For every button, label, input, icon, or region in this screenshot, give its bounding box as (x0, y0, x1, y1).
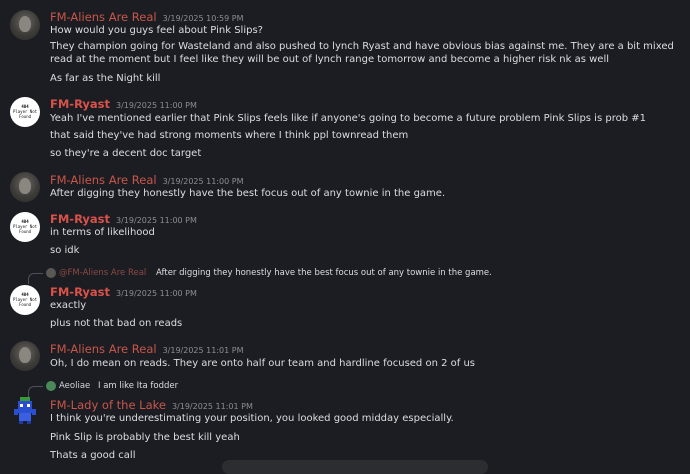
message-text: I think you're underestimating your posi… (50, 413, 454, 424)
avatar[interactable] (10, 341, 40, 371)
message-text: so idk (50, 245, 80, 256)
reply-avatar (46, 381, 56, 391)
timestamp: 3/19/2025 11:00 PM (116, 216, 197, 225)
timestamp: 3/19/2025 11:00 PM (116, 289, 197, 298)
username[interactable]: FM-Aliens Are Real (50, 173, 157, 187)
username[interactable]: FM-Aliens Are Real (50, 10, 157, 24)
timestamp: 3/19/2025 11:01 PM (162, 346, 244, 355)
reply-avatar (46, 268, 56, 278)
message-text: plus not that bad on reads (50, 318, 183, 329)
message-text: in terms of likelihood (50, 227, 155, 238)
avatar-caption: Found (18, 302, 32, 307)
timestamp: 3/19/2025 11:00 PM (116, 101, 197, 110)
message-text: so they're a decent doc target (50, 148, 202, 159)
username[interactable]: FM-Ryast (50, 97, 110, 111)
pixel-character-icon (14, 397, 36, 424)
message-text: that said they've had strong moments whe… (50, 130, 409, 141)
avatar-code: 404 (21, 219, 29, 224)
avatar-code: 404 (21, 104, 29, 109)
reply-author[interactable]: @FM-Aliens Are Real (59, 267, 146, 279)
avatar-caption: Found (18, 114, 32, 119)
avatar[interactable] (10, 172, 40, 202)
avatar[interactable]: 404 Player Not Found (10, 97, 40, 127)
avatar[interactable] (10, 10, 40, 40)
message-text: After digging they honestly have the bes… (50, 188, 446, 199)
avatar[interactable] (10, 395, 40, 425)
timestamp: 3/19/2025 10:59 PM (162, 14, 244, 23)
timestamp: 3/19/2025 11:00 PM (162, 177, 244, 186)
message-text: How would you guys feel about Pink Slips… (50, 25, 263, 36)
message-text: Yeah I've mentioned earlier that Pink Sl… (50, 113, 646, 124)
username[interactable]: FM-Ryast (50, 285, 110, 299)
message-text: Oh, I do mean on reads. They are onto ha… (50, 358, 475, 369)
avatar[interactable]: 404 Player Not Found (10, 212, 40, 242)
message-text: Thats a good call (50, 450, 136, 461)
username[interactable]: FM-Ryast (50, 212, 110, 226)
username[interactable]: FM-Lady of the Lake (50, 398, 166, 412)
reply-text: I am like Ita fodder (98, 381, 179, 391)
reply-author[interactable]: Aeoliae (59, 380, 90, 392)
message-text: As far as the Night kill (50, 73, 161, 84)
reply-text: After digging they honestly have the bes… (156, 268, 492, 278)
avatar-caption: Found (18, 229, 32, 234)
scroll-indicator[interactable] (222, 460, 488, 474)
message-text: Pink Slip is probably the best kill yeah (50, 432, 240, 443)
username[interactable]: FM-Aliens Are Real (50, 342, 157, 356)
avatar-code: 404 (21, 292, 29, 297)
timestamp: 3/19/2025 11:01 PM (171, 402, 253, 411)
reply-spine (28, 273, 43, 284)
message-text: exactly (50, 300, 87, 311)
message-text: They champion going for Wasteland and al… (50, 41, 674, 65)
avatar[interactable]: 404 Player Not Found (10, 285, 40, 315)
